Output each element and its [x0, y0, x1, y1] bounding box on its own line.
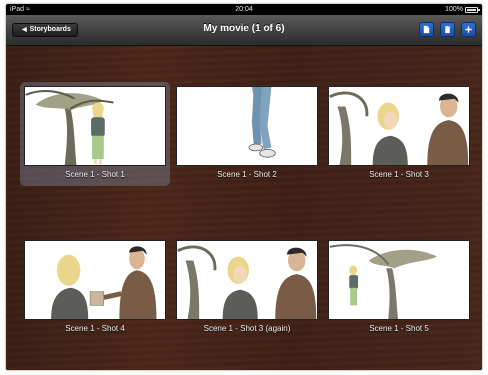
page-title: My movie (1 of 6) — [203, 23, 285, 34]
tree-woman-man-drawing — [177, 241, 317, 319]
shot-caption: Scene 1 - Shot 5 — [369, 324, 429, 333]
shot-thumbnail — [176, 86, 318, 166]
shot-thumbnail — [24, 240, 166, 320]
shot-card[interactable]: Scene 1 - Shot 3 (again) — [172, 236, 322, 340]
shot-thumbnail — [24, 86, 166, 166]
shot-caption: Scene 1 - Shot 2 — [217, 170, 277, 179]
ipad-screen: iPad ≈ 20:04 100% ◀ Storyboards My movie… — [6, 4, 482, 370]
shot-caption: Scene 1 - Shot 3 (again) — [203, 324, 291, 333]
status-bar: iPad ≈ 20:04 100% — [6, 4, 482, 15]
status-right: 100% — [445, 4, 480, 15]
trash-icon[interactable] — [440, 22, 455, 37]
shot-thumbnail — [328, 86, 470, 166]
shot-card[interactable]: Scene 1 - Shot 4 — [20, 236, 170, 340]
clock: 20:04 — [235, 6, 253, 13]
document-icon[interactable] — [419, 22, 434, 37]
legs-walking-drawing — [177, 87, 317, 165]
shot-caption: Scene 1 - Shot 3 — [369, 170, 429, 179]
woman-man-handoff-drawing — [25, 241, 165, 319]
shot-caption: Scene 1 - Shot 1 — [65, 170, 125, 179]
battery-icon — [465, 6, 480, 13]
shot-thumbnail — [176, 240, 318, 320]
tree-woman-drawing — [25, 87, 165, 165]
storyboard-grid: Scene 1 - Shot 1 Scene 1 - Shot 2 Scene … — [6, 46, 482, 370]
tree-woman-small-drawing — [329, 241, 469, 319]
shot-thumbnail — [328, 240, 470, 320]
shot-card[interactable]: Scene 1 - Shot 2 — [172, 82, 322, 186]
shot-card[interactable]: Scene 1 - Shot 1 — [20, 82, 170, 186]
tree-woman-man-drawing — [329, 87, 469, 165]
shot-card[interactable]: Scene 1 - Shot 3 — [324, 82, 474, 186]
shot-caption: Scene 1 - Shot 4 — [65, 324, 125, 333]
shot-card[interactable]: Scene 1 - Shot 5 — [324, 236, 474, 340]
navigation-bar: ◀ Storyboards My movie (1 of 6) — [6, 15, 482, 46]
add-icon[interactable] — [461, 22, 476, 37]
toolbar-actions — [419, 22, 476, 37]
battery-percent: 100% — [445, 6, 463, 13]
